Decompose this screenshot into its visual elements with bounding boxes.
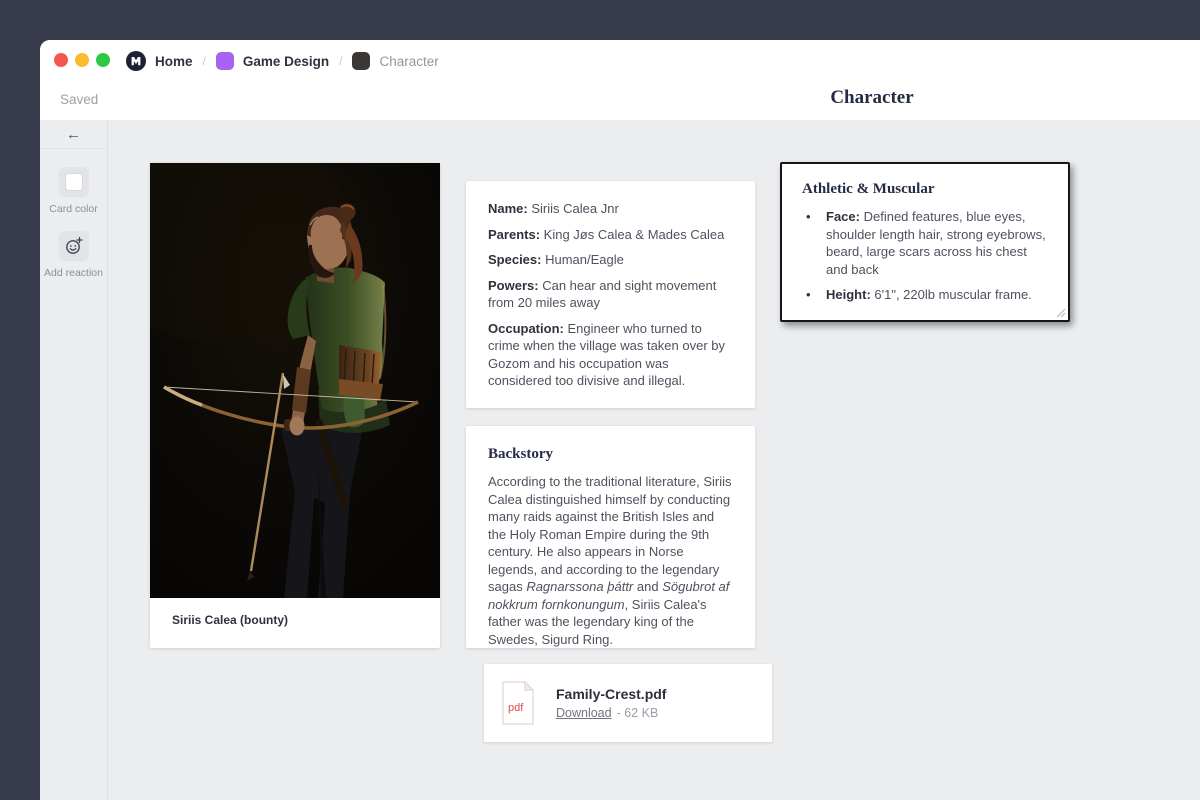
back-button[interactable]: ← bbox=[40, 120, 107, 149]
add-reaction-button[interactable] bbox=[59, 231, 89, 261]
profile-field: Occupation: Engineer who turned to crime… bbox=[488, 320, 733, 390]
file-size: - 62 KB bbox=[617, 706, 659, 720]
add-reaction-label: Add reaction bbox=[44, 267, 103, 279]
backstory-card-title: Backstory bbox=[488, 446, 733, 463]
minimize-window-button[interactable] bbox=[75, 53, 89, 67]
app-frame: Home / Game Design / Character Saved Cha… bbox=[0, 0, 1200, 800]
save-status: Saved bbox=[60, 92, 98, 107]
board-swatch-game-design[interactable] bbox=[216, 52, 234, 70]
traits-card-selected[interactable]: Athletic & Muscular Face: Defined featur… bbox=[780, 162, 1070, 322]
character-photo bbox=[150, 163, 440, 598]
card-color-button[interactable] bbox=[59, 167, 89, 197]
profile-field: Powers: Can hear and sight movement from… bbox=[488, 277, 733, 312]
profile-field: Name: Siriis Calea Jnr bbox=[488, 200, 733, 218]
image-caption: Siriis Calea (bounty) bbox=[150, 598, 440, 627]
close-window-button[interactable] bbox=[54, 53, 68, 67]
traits-list: Face: Defined features, blue eyes, shoul… bbox=[802, 208, 1050, 304]
traffic-lights bbox=[54, 53, 110, 67]
workarea: ← Card color bbox=[40, 120, 1200, 800]
back-arrow-icon: ← bbox=[66, 126, 81, 143]
backstory-paragraph: According to the traditional literature,… bbox=[488, 473, 733, 648]
card-color-label: Card color bbox=[49, 203, 97, 215]
svg-text:pdf: pdf bbox=[508, 702, 524, 714]
board-swatch-character[interactable] bbox=[352, 52, 370, 70]
edit-toolbar: ← Card color bbox=[40, 120, 108, 800]
board-canvas[interactable]: Siriis Calea (bounty) Name: Siriis Calea… bbox=[108, 120, 1200, 800]
breadcrumb-item-character: Character bbox=[379, 54, 438, 69]
backstory-card[interactable]: Backstory According to the traditional l… bbox=[466, 426, 755, 648]
profile-field: Species: Human/Eagle bbox=[488, 251, 733, 269]
profile-field: Parents: King Jøs Calea & Mades Calea bbox=[488, 226, 733, 244]
add-reaction-icon bbox=[64, 236, 84, 256]
resize-handle-icon[interactable] bbox=[1056, 308, 1066, 318]
file-card[interactable]: pdf Family-Crest.pdf Download - 62 KB bbox=[484, 664, 772, 742]
trait-item: Face: Defined features, blue eyes, shoul… bbox=[802, 208, 1050, 278]
pdf-file-icon: pdf bbox=[500, 681, 536, 725]
app-window: Home / Game Design / Character Saved Cha… bbox=[40, 40, 1200, 800]
file-name: Family-Crest.pdf bbox=[556, 686, 666, 702]
milanote-logo-icon[interactable] bbox=[126, 51, 146, 71]
board-title[interactable]: Character bbox=[782, 87, 962, 109]
breadcrumb-separator: / bbox=[339, 54, 342, 68]
traits-card-title: Athletic & Muscular bbox=[802, 181, 1050, 198]
breadcrumb-item-game-design[interactable]: Game Design bbox=[243, 54, 329, 69]
breadcrumb-separator: / bbox=[203, 54, 206, 68]
zoom-window-button[interactable] bbox=[96, 53, 110, 67]
file-info: Family-Crest.pdf Download - 62 KB bbox=[556, 686, 666, 720]
breadcrumb-item-home[interactable]: Home bbox=[155, 54, 193, 69]
color-swatch-icon bbox=[66, 174, 82, 190]
profile-card[interactable]: Name: Siriis Calea Jnr Parents: King Jøs… bbox=[466, 181, 755, 408]
trait-item: Height: 6'1", 220lb muscular frame. bbox=[802, 286, 1050, 304]
image-card[interactable]: Siriis Calea (bounty) bbox=[150, 163, 440, 648]
download-link[interactable]: Download bbox=[556, 706, 612, 720]
breadcrumb: Home / Game Design / Character bbox=[126, 50, 439, 72]
window-header: Home / Game Design / Character Saved Cha… bbox=[40, 40, 1200, 120]
